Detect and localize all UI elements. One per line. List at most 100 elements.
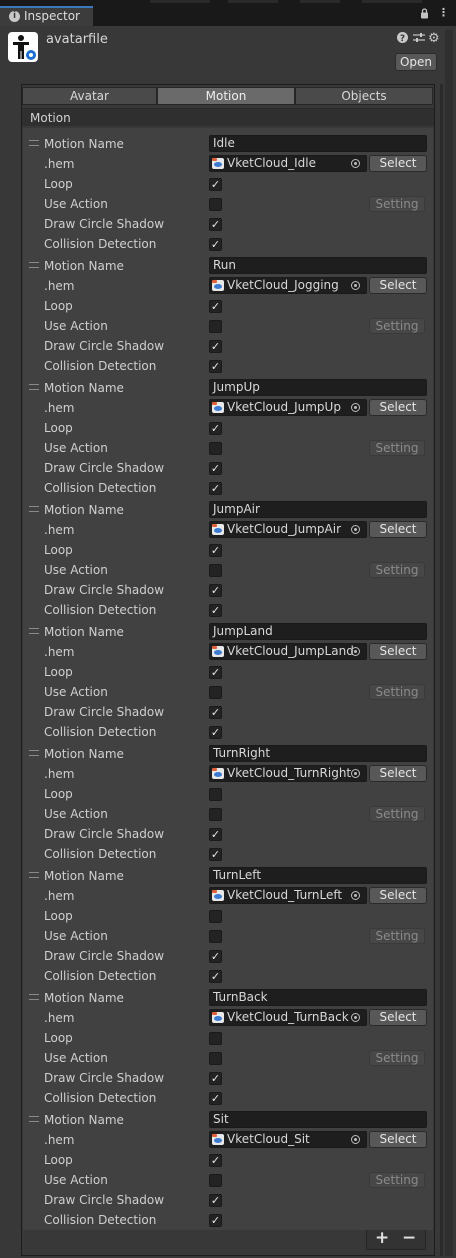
motion-name-field[interactable]: JumpAir (209, 501, 427, 518)
draw-circle-shadow-checkbox[interactable]: ✓ (209, 706, 222, 719)
hem-object-field[interactable]: VketCloud_Sit (209, 1131, 367, 1148)
setting-button[interactable]: Setting (369, 196, 425, 212)
setting-button[interactable]: Setting (369, 440, 425, 456)
draw-circle-shadow-checkbox[interactable]: ✓ (209, 1194, 222, 1207)
hem-object-field[interactable]: VketCloud_TurnLeft (209, 887, 367, 904)
hem-object-field[interactable]: VketCloud_Jogging (209, 277, 367, 294)
object-picker-icon[interactable] (351, 1013, 360, 1022)
motion-name-field[interactable]: JumpLand (209, 623, 427, 640)
motion-section-header[interactable]: Motion (22, 108, 434, 126)
draw-circle-shadow-checkbox[interactable]: ✓ (209, 340, 222, 353)
select-button[interactable]: Select (369, 887, 427, 904)
drag-handle-icon[interactable] (29, 994, 39, 1000)
motion-name-field[interactable]: TurnLeft (209, 867, 427, 884)
motion-name-field[interactable]: Run (209, 257, 427, 274)
menu-icon[interactable]: ⋮ (438, 6, 449, 19)
use-action-checkbox[interactable] (209, 930, 222, 943)
collision-detection-checkbox[interactable]: ✓ (209, 360, 222, 373)
tab-motion[interactable]: Motion (157, 87, 295, 105)
loop-checkbox[interactable] (209, 1032, 222, 1045)
hem-object-field[interactable]: VketCloud_JumpAir (209, 521, 367, 538)
select-button[interactable]: Select (369, 155, 427, 172)
use-action-checkbox[interactable] (209, 564, 222, 577)
use-action-checkbox[interactable] (209, 320, 222, 333)
draw-circle-shadow-checkbox[interactable]: ✓ (209, 1072, 222, 1085)
collision-detection-checkbox[interactable]: ✓ (209, 848, 222, 861)
object-picker-icon[interactable] (351, 281, 360, 290)
collision-detection-checkbox[interactable]: ✓ (209, 604, 222, 617)
plus-icon[interactable]: + (375, 1228, 389, 1248)
collision-detection-checkbox[interactable]: ✓ (209, 238, 222, 251)
object-picker-icon[interactable] (351, 1135, 360, 1144)
setting-button[interactable]: Setting (369, 1050, 425, 1066)
use-action-checkbox[interactable] (209, 686, 222, 699)
select-button[interactable]: Select (369, 399, 427, 416)
draw-circle-shadow-checkbox[interactable]: ✓ (209, 584, 222, 597)
use-action-checkbox[interactable] (209, 442, 222, 455)
select-button[interactable]: Select (369, 521, 427, 538)
inspector-tab[interactable]: i Inspector (0, 6, 93, 26)
collision-detection-checkbox[interactable]: ✓ (209, 1092, 222, 1105)
preset-icon[interactable] (413, 32, 425, 46)
drag-handle-icon[interactable] (29, 262, 39, 268)
minus-icon[interactable]: − (402, 1228, 416, 1248)
loop-checkbox[interactable]: ✓ (209, 178, 222, 191)
setting-button[interactable]: Setting (369, 806, 425, 822)
object-picker-icon[interactable] (351, 891, 360, 900)
object-picker-icon[interactable] (351, 159, 360, 168)
motion-name-field[interactable]: Sit (209, 1111, 427, 1128)
loop-checkbox[interactable]: ✓ (209, 300, 222, 313)
setting-button[interactable]: Setting (369, 562, 425, 578)
use-action-checkbox[interactable] (209, 1174, 222, 1187)
drag-handle-icon[interactable] (29, 384, 39, 390)
tab-objects[interactable]: Objects (295, 87, 433, 105)
drag-handle-icon[interactable] (29, 872, 39, 878)
loop-checkbox[interactable]: ✓ (209, 422, 222, 435)
hem-object-field[interactable]: VketCloud_TurnBack (209, 1009, 367, 1026)
draw-circle-shadow-checkbox[interactable]: ✓ (209, 950, 222, 963)
setting-button[interactable]: Setting (369, 684, 425, 700)
select-button[interactable]: Select (369, 277, 427, 294)
setting-button[interactable]: Setting (369, 318, 425, 334)
help-icon[interactable]: ? (397, 32, 408, 46)
setting-button[interactable]: Setting (369, 1172, 425, 1188)
draw-circle-shadow-checkbox[interactable]: ✓ (209, 462, 222, 475)
draw-circle-shadow-checkbox[interactable]: ✓ (209, 218, 222, 231)
object-picker-icon[interactable] (351, 647, 360, 656)
select-button[interactable]: Select (369, 643, 427, 660)
motion-name-field[interactable]: Idle (209, 135, 427, 152)
select-button[interactable]: Select (369, 1009, 427, 1026)
use-action-checkbox[interactable] (209, 808, 222, 821)
inspector-scrollbar[interactable] (445, 30, 453, 1256)
object-picker-icon[interactable] (351, 403, 360, 412)
setting-button[interactable]: Setting (369, 928, 425, 944)
loop-checkbox[interactable]: ✓ (209, 666, 222, 679)
loop-checkbox[interactable]: ✓ (209, 544, 222, 557)
drag-handle-icon[interactable] (29, 750, 39, 756)
motion-name-field[interactable]: TurnRight (209, 745, 427, 762)
motion-name-field[interactable]: TurnBack (209, 989, 427, 1006)
lock-icon[interactable] (420, 8, 429, 22)
draw-circle-shadow-checkbox[interactable]: ✓ (209, 828, 222, 841)
hem-object-field[interactable]: VketCloud_JumpUp (209, 399, 367, 416)
use-action-checkbox[interactable] (209, 198, 222, 211)
tab-avatar[interactable]: Avatar (22, 87, 157, 105)
object-picker-icon[interactable] (351, 769, 360, 778)
drag-handle-icon[interactable] (29, 140, 39, 146)
loop-checkbox[interactable]: ✓ (209, 1154, 222, 1167)
collision-detection-checkbox[interactable]: ✓ (209, 1214, 222, 1227)
loop-checkbox[interactable] (209, 910, 222, 923)
select-button[interactable]: Select (369, 765, 427, 782)
hem-object-field[interactable]: VketCloud_Idle (209, 155, 367, 172)
use-action-checkbox[interactable] (209, 1052, 222, 1065)
object-picker-icon[interactable] (351, 525, 360, 534)
motion-name-field[interactable]: JumpUp (209, 379, 427, 396)
drag-handle-icon[interactable] (29, 506, 39, 512)
drag-handle-icon[interactable] (29, 1116, 39, 1122)
drag-handle-icon[interactable] (29, 628, 39, 634)
collision-detection-checkbox[interactable]: ✓ (209, 970, 222, 983)
loop-checkbox[interactable] (209, 788, 222, 801)
select-button[interactable]: Select (369, 1131, 427, 1148)
collision-detection-checkbox[interactable]: ✓ (209, 482, 222, 495)
gear-icon[interactable]: ⚙ (428, 31, 440, 46)
